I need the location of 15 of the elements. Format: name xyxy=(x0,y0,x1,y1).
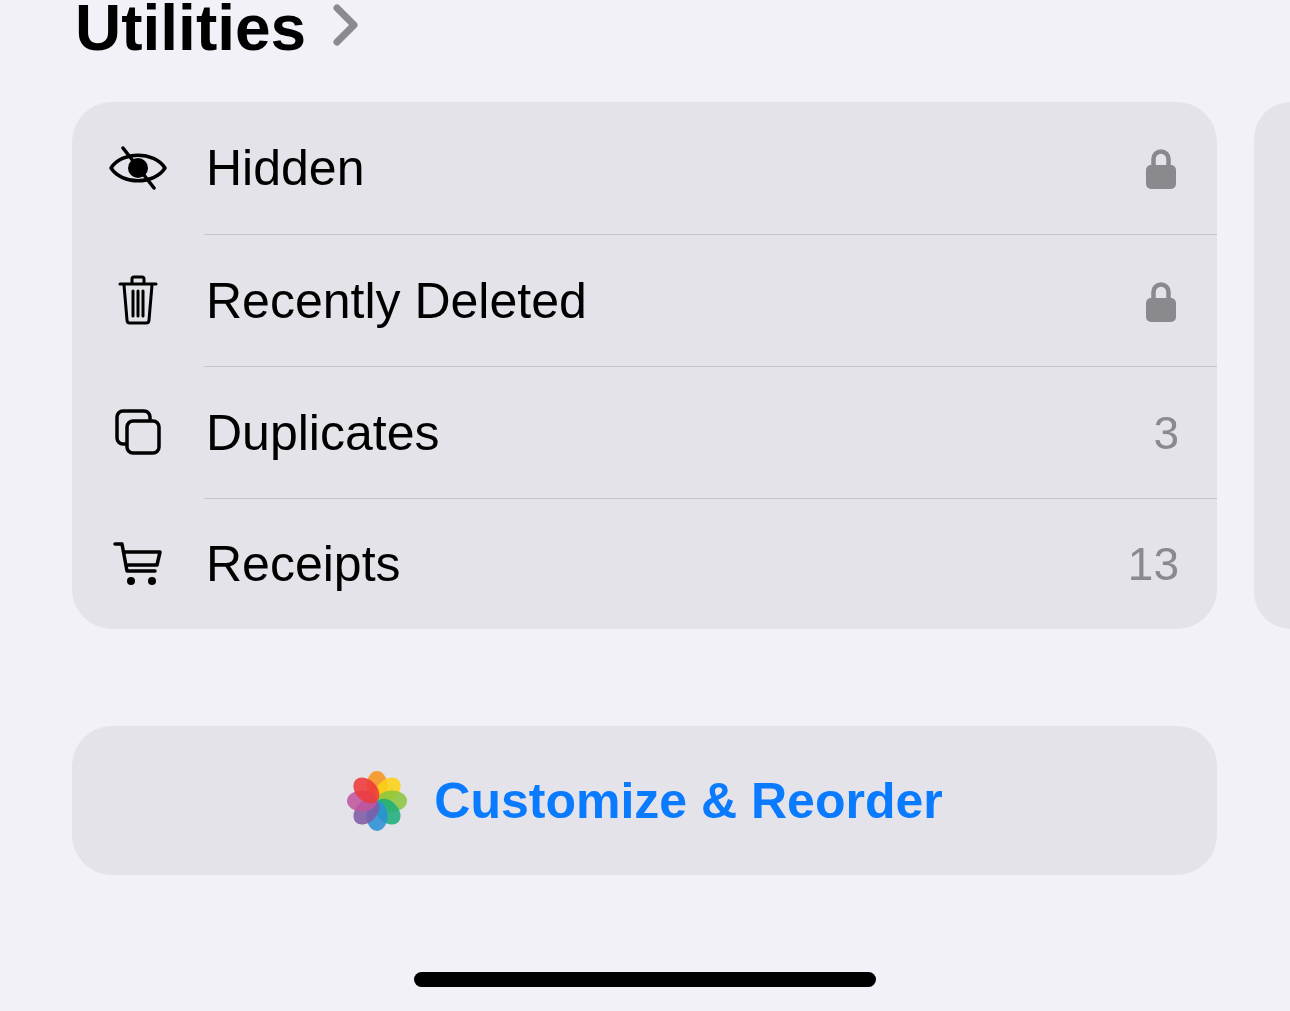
trash-icon xyxy=(118,275,158,325)
photos-flower-icon xyxy=(346,769,409,832)
section-header-link[interactable]: Utilities xyxy=(75,0,361,56)
album-label[interactable]: Hidden xyxy=(206,139,365,197)
album-label[interactable]: Receipts xyxy=(206,535,401,593)
duplicate-squares-icon xyxy=(115,409,161,455)
album-label[interactable]: Duplicates xyxy=(206,403,440,462)
lock-icon xyxy=(1146,279,1176,322)
item-count: 3 xyxy=(1153,405,1179,460)
album-label[interactable]: Recently Deleted xyxy=(206,271,587,330)
chevron-icon xyxy=(332,3,361,47)
cart-icon xyxy=(113,540,163,587)
lock-icon xyxy=(1146,147,1176,189)
item-count: 13 xyxy=(1127,537,1179,591)
eye-slash-icon xyxy=(108,146,168,190)
